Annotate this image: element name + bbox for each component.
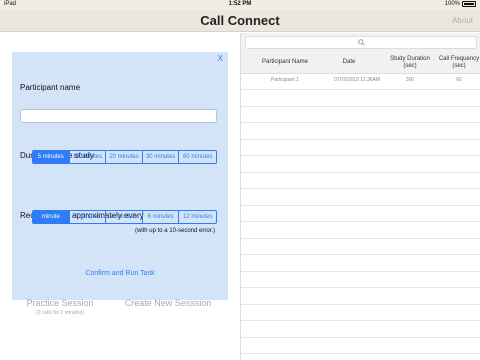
- confirm-run-button[interactable]: Confirm and Run Task: [12, 270, 228, 277]
- row-divider: [241, 237, 480, 239]
- cell-duration: 300: [405, 77, 415, 83]
- duration-option-3[interactable]: 20 minutes: [106, 151, 143, 163]
- duration-segmented-control[interactable]: 5 minutes 10 minutes 20 minutes 30 minutes 6…: [32, 150, 217, 164]
- battery-icon: [462, 1, 476, 7]
- search-bar-container: [241, 33, 480, 52]
- create-session-button[interactable]: Create New Sesssion: [112, 298, 224, 308]
- new-session-dialog: X Participant name Duration of the study…: [12, 52, 228, 300]
- call-frequency-option-3[interactable]: 4 minutes: [106, 211, 143, 223]
- duration-option-2[interactable]: 10 minutes: [70, 151, 107, 163]
- row-divider: [241, 204, 480, 206]
- search-input[interactable]: [245, 36, 477, 49]
- row-divider: [241, 105, 480, 107]
- duration-option-4[interactable]: 30 minutes: [143, 151, 180, 163]
- row-divider: [241, 254, 480, 255]
- duration-option-1[interactable]: 5 minutes: [33, 151, 70, 163]
- row-divider: [241, 336, 480, 338]
- call-frequency-option-5[interactable]: 12 minutes: [179, 211, 216, 223]
- sessions-pane: Participant Name Date Study Duration (se…: [240, 33, 480, 360]
- col-study-duration: Study Duration (sec): [390, 56, 430, 69]
- cell-frequency: 60: [456, 77, 462, 83]
- status-time: 1:52 PM: [228, 1, 252, 7]
- row-divider: [241, 287, 480, 288]
- status-bar: iPad 1:52 PM 100%: [0, 0, 480, 10]
- col-participant-name: Participant Name: [261, 59, 309, 65]
- left-pane: X Participant name Duration of the study…: [0, 33, 240, 360]
- call-frequency-option-4[interactable]: 6 minutes: [143, 211, 180, 223]
- practice-session-subtitle: (2 calls for 2 minutes): [36, 310, 84, 316]
- row-divider: [241, 303, 480, 305]
- call-frequency-option-1[interactable]: minute: [33, 211, 70, 223]
- row-divider: [241, 188, 480, 189]
- practice-session-button[interactable]: Practice Session: [0, 298, 120, 308]
- row-divider: [241, 353, 480, 354]
- col-date: Date: [342, 59, 356, 65]
- battery-percent: 100%: [444, 1, 460, 7]
- close-button[interactable]: X: [218, 54, 223, 63]
- cell-participant: Participant 1: [271, 77, 299, 83]
- call-note: (with up to a 10-second error.): [134, 228, 215, 234]
- col-call-frequency: Call Frequency (sec): [438, 56, 480, 69]
- row-divider: [241, 89, 480, 90]
- search-icon: [357, 39, 365, 46]
- row-divider: [241, 138, 480, 140]
- participant-label: Participant name: [20, 83, 81, 92]
- row-divider: [241, 270, 480, 272]
- row-divider: [241, 320, 480, 321]
- battery-indicator: 100%: [445, 1, 476, 7]
- duration-option-5[interactable]: 60 minutes: [179, 151, 216, 163]
- participant-name-input[interactable]: [20, 109, 217, 123]
- about-button[interactable]: About: [452, 16, 473, 25]
- page-title: Call Connect: [200, 13, 280, 28]
- nav-bar: Call Connect About: [0, 10, 480, 32]
- row-divider: [241, 122, 480, 123]
- call-frequency-option-2[interactable]: 2 minutes: [70, 211, 107, 223]
- row-divider: [241, 171, 480, 173]
- cell-date: 07/20/2015 11:36AM: [333, 77, 381, 83]
- call-frequency-segmented-control[interactable]: minute 2 minutes 4 minutes 6 minutes 12 minu…: [32, 210, 217, 224]
- row-divider: [241, 221, 480, 222]
- table-header: Participant Name Date Study Duration (se…: [241, 52, 480, 74]
- row-divider: [241, 155, 480, 156]
